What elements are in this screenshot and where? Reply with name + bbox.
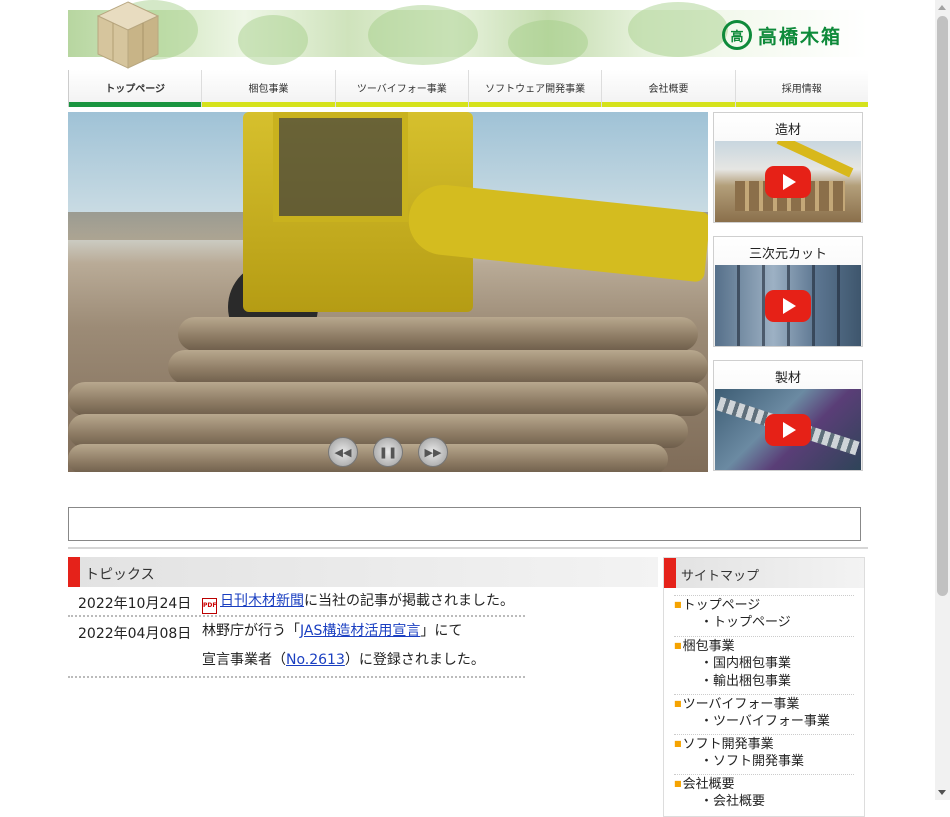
sitemap-category[interactable]: トップページ [674,596,854,614]
tab-software[interactable]: ソフトウェア開発事業 [467,70,602,107]
heading-accent-bar [664,558,676,588]
sitemap-panel: サイトマップ トップページ ・トップページ 梱包事業 ・国内梱包事業 ・輸出梱包… [663,557,865,817]
topic-date: 2022年10月24日 [78,596,192,612]
sitemap-category[interactable]: ツーバイフォー事業 [674,695,854,713]
topic-date: 2022年04月08日 [78,626,192,642]
sitemap-link[interactable]: ・会社概要 [674,793,854,811]
topic-link-no2613[interactable]: No.2613 [286,652,345,668]
heading-accent-bar [68,557,80,587]
topic-link-nikkan-mokuzai[interactable]: 日刊木材新聞 [220,593,304,609]
tab-two-by-four[interactable]: ツーバイフォー事業 [334,70,469,107]
scrollbar-thumb[interactable] [937,16,948,596]
slideshow-prev-icon[interactable]: ◀◀ [328,437,358,467]
video-title: 製材 [774,371,801,386]
topic-row: 2022年04月08日 林野庁が行う「JAS構造材活用宣言」にて 宣言事業者（N… [68,617,525,678]
company-emblem-icon: 高 [722,20,752,50]
hero-slideshow[interactable] [68,112,708,472]
video-thumbnail[interactable] [715,389,861,470]
video-thumbnail[interactable] [715,141,861,222]
company-name: 高橋木箱 [758,25,843,48]
topic-text: ）に登録されました。 [344,652,485,668]
sitemap-link[interactable]: ・ソフト開発事業 [674,753,854,771]
scroll-up-icon[interactable] [938,5,946,10]
tab-company[interactable]: 会社概要 [601,70,735,107]
sitemap-section: 梱包事業 ・国内梱包事業 ・輸出梱包事業 [674,636,854,691]
video-title: 造材 [774,123,801,138]
topic-link-jas[interactable]: JAS構造材活用宣言 [300,623,420,639]
slideshow-next-icon[interactable]: ▶▶ [418,437,448,467]
sitemap-section: ソフト開発事業 ・ソフト開発事業 [674,734,854,771]
sitemap-category[interactable]: ソフト開発事業 [674,735,854,753]
video-thumbnail[interactable] [715,265,861,346]
video-title: 三次元カット [748,247,827,262]
news-ticker-box [68,507,861,541]
vertical-scrollbar[interactable] [935,0,950,800]
sitemap-link[interactable]: ・トップページ [674,614,854,632]
page: 高 高橋木箱 トップページ 梱包事業 ツーバイフォー事業 ソフトウェア開発事業 … [0,0,935,817]
main-nav: トップページ 梱包事業 ツーバイフォー事業 ソフトウェア開発事業 会社概要 採用… [68,70,869,107]
sitemap-section: ツーバイフォー事業 ・ツーバイフォー事業 [674,694,854,731]
sitemap-link[interactable]: ・国内梱包事業 [674,655,854,673]
sitemap-section: トップページ ・トップページ [674,595,854,632]
sitemap-link[interactable]: ・ツーバイフォー事業 [674,713,854,731]
scroll-down-icon[interactable] [938,790,946,795]
video-card-zouzai[interactable]: 造材 [713,112,863,223]
slideshow-pause-icon[interactable]: ❚❚ [373,437,403,467]
logo-cube-icon[interactable] [96,0,160,70]
topic-text: 」にて [420,623,463,639]
sitemap-category[interactable]: 梱包事業 [674,637,854,655]
tab-packaging[interactable]: 梱包事業 [201,70,335,107]
pdf-icon: PDF [202,598,217,614]
sitemap-category[interactable]: 会社概要 [674,775,854,793]
sitemap-section: 会社概要 ・会社概要 [674,774,854,811]
topic-row: 2022年10月24日 PDF 日刊木材新聞に当社の記事が掲載されました。 [68,587,525,617]
play-icon[interactable] [765,413,811,446]
topic-text: 林野庁が行う「 [202,623,300,639]
sitemap-heading-label: サイトマップ [681,569,760,584]
tab-recruit[interactable]: 採用情報 [734,70,869,107]
topics-heading: トピックス [68,557,658,587]
divider [68,547,868,549]
play-icon[interactable] [765,289,811,322]
topic-text: に当社の記事が掲載されました。 [304,593,514,609]
sitemap-heading: サイトマップ [664,558,864,588]
topics-heading-label: トピックス [85,567,155,583]
sitemap-link[interactable]: ・輸出梱包事業 [674,673,854,691]
company-brand[interactable]: 高 高橋木箱 [722,20,842,50]
tab-top-page[interactable]: トップページ [68,70,202,107]
topic-text: 宣言事業者（ [202,652,286,668]
video-card-seizai[interactable]: 製材 [713,360,863,471]
video-card-3d-cut[interactable]: 三次元カット [713,236,863,347]
play-icon[interactable] [765,165,811,198]
